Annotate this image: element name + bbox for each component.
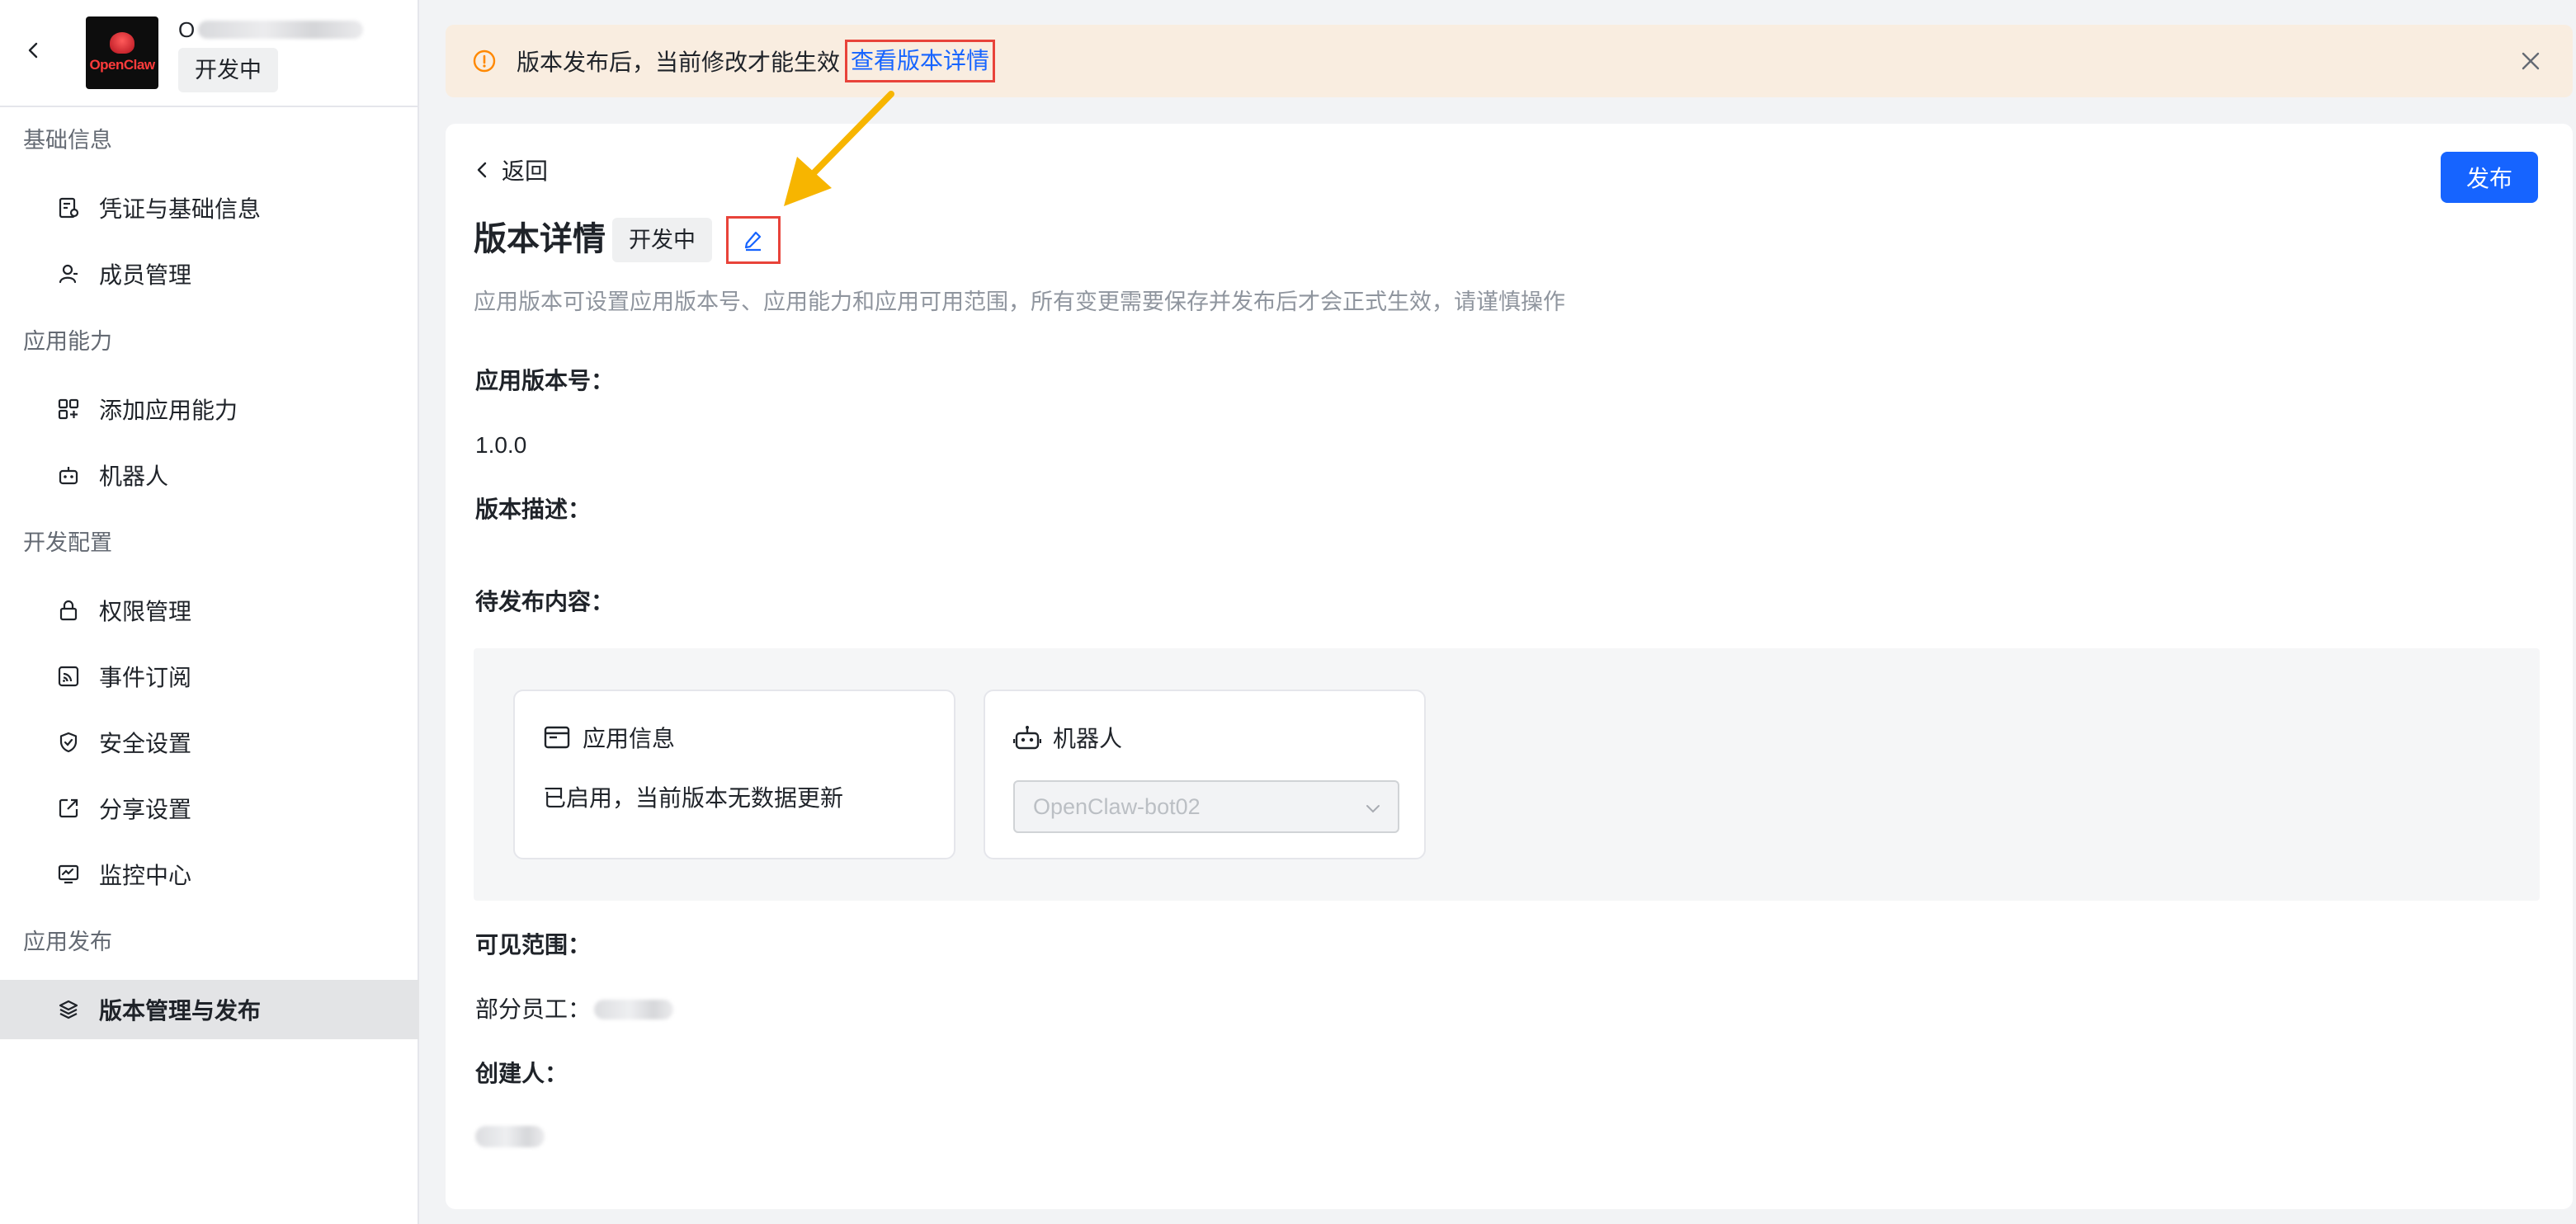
monitor-icon [56,862,81,887]
back-label: 返回 [502,158,549,184]
redacted-scope-names [594,1000,674,1019]
app-logo-text: OpenClaw [89,57,155,73]
app-status-badge: 开发中 [178,48,278,92]
share-icon [56,796,81,821]
chevron-left-icon [477,162,487,178]
version-number-value: 1.0.0 [475,432,527,458]
pending-content-label: 待发布内容： [475,589,615,614]
sidebar-item-members[interactable]: 成员管理 [0,244,419,304]
robot-icon [1013,726,1041,750]
sidebar-item-label: 凭证与基础信息 [99,196,262,222]
sidebar-item-events[interactable]: 事件订阅 [0,647,419,706]
app-info-card: 应用信息 已启用，当前版本无数据更新 [513,690,955,859]
pending-content-area: 应用信息 已启用，当前版本无数据更新 机器人 OpenClaw-bot02 [474,648,2540,901]
robot-icon [56,463,81,487]
edit-button[interactable] [726,216,781,264]
sidebar-item-label: 分享设置 [99,797,192,822]
app-name-initial: O [178,16,196,42]
claw-icon [110,32,134,54]
app-name: O [178,16,365,42]
sidebar-item-label: 添加应用能力 [99,398,238,423]
sidebar-item-version-release[interactable]: 版本管理与发布 [0,980,419,1039]
nav-group-title: 开发配置 [23,530,112,555]
visible-scope-label: 可见范围： [475,932,592,958]
back-link[interactable]: 返回 [474,153,548,186]
app-logo: OpenClaw [86,16,158,89]
credential-icon [56,195,81,220]
robot-select-value: OpenClaw-bot02 [1033,793,1201,819]
sidebar-item-label: 版本管理与发布 [99,998,262,1024]
publish-button[interactable]: 发布 [2441,152,2538,203]
sidebar-item-add-capability[interactable]: 添加应用能力 [0,379,419,439]
nav-group-title: 应用发布 [23,930,112,954]
sidebar-item-permissions[interactable]: 权限管理 [0,581,419,640]
redacted-creator-name [475,1126,545,1147]
sidebar-item-share[interactable]: 分享设置 [0,779,419,838]
app-name-redacted [198,21,364,39]
notice-text: 版本发布后，当前修改才能生效 [517,49,841,75]
info-icon [472,49,497,73]
sidebar-item-label: 成员管理 [99,262,192,288]
sidebar-item-label: 监控中心 [99,863,192,888]
nav-group-title: 基础信息 [23,128,112,153]
notice-banner: 版本发布后，当前修改才能生效 查看版本详情 [446,25,2573,97]
shield-icon [56,730,81,755]
sidebar-item-security[interactable]: 安全设置 [0,713,419,772]
edit-pencil-icon [744,231,762,252]
lock-icon [56,598,81,623]
version-number-label: 应用版本号： [475,368,615,393]
member-icon [56,261,81,286]
rss-icon [56,664,81,689]
back-chevron-icon[interactable] [21,38,46,63]
sidebar-item-robot[interactable]: 机器人 [0,445,419,505]
creator-value [475,1123,545,1156]
version-description-label: 版本描述： [475,497,592,522]
chevron-down-icon [1366,805,1380,813]
robot-card-title: 机器人 [1053,726,1123,751]
sidebar-item-credentials[interactable]: 凭证与基础信息 [0,178,419,238]
app-header: OpenClaw O 开发中 [0,0,419,107]
layers-icon [56,997,81,1022]
visible-scope-prefix: 部分员工： [475,996,592,1022]
add-capability-icon [56,397,81,421]
robot-select[interactable]: OpenClaw-bot02 [1013,780,1399,833]
view-version-details-link[interactable]: 查看版本详情 [845,40,996,82]
status-badge: 开发中 [612,218,712,262]
sidebar-item-monitor[interactable]: 监控中心 [0,845,419,904]
creator-label: 创建人： [475,1061,569,1086]
app-info-title: 应用信息 [583,726,676,751]
sidebar-item-label: 安全设置 [99,731,192,756]
visible-scope-value: 部分员工： [475,993,674,1026]
robot-card: 机器人 OpenClaw-bot02 [984,690,1426,859]
nav-group-title: 应用能力 [23,329,112,354]
browser-window-icon [544,726,570,749]
page-title: 版本详情 [474,221,606,257]
version-detail-panel: 返回 发布 版本详情 开发中 应用版本可设置应用版本号、应用能力和应用可用范围，… [446,124,2573,1209]
sidebar-item-label: 事件订阅 [99,665,192,690]
app-info-description: 已启用，当前版本无数据更新 [543,785,844,811]
sidebar: OpenClaw O 开发中 基础信息 凭证与基础信息 成员管理 应用能力 添加… [0,0,419,1224]
sidebar-item-label: 机器人 [99,464,169,489]
close-icon[interactable] [2518,49,2543,73]
page-description: 应用版本可设置应用版本号、应用能力和应用可用范围，所有变更需要保存并发布后才会正… [474,290,1565,314]
sidebar-item-label: 权限管理 [99,599,192,624]
